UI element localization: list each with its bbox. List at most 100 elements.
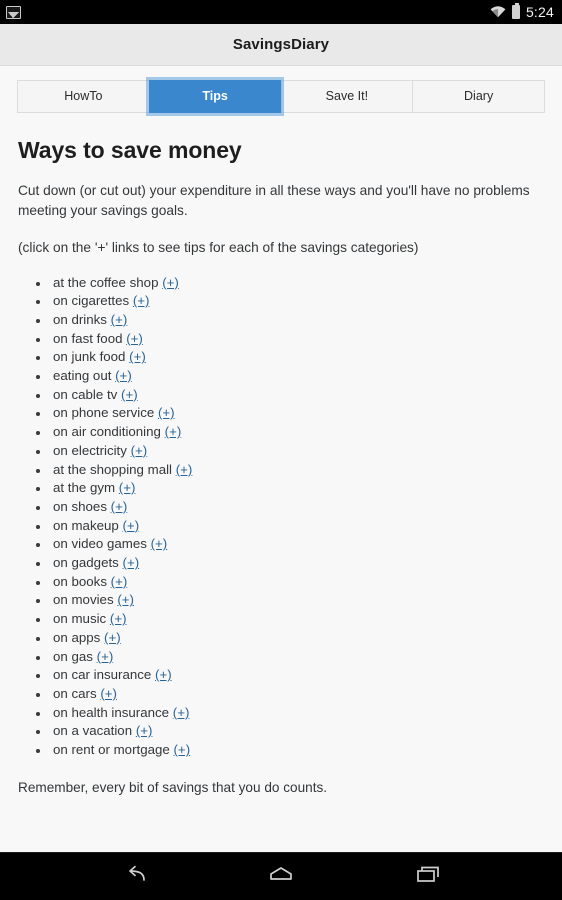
tip-label: on car insurance bbox=[53, 667, 152, 683]
tip-label: on makeup bbox=[53, 517, 119, 533]
content-area: HowTo Tips Save It! Diary Ways to save m… bbox=[0, 66, 562, 852]
expand-tip-link[interactable]: (+) bbox=[126, 331, 143, 346]
image-notification-icon bbox=[6, 5, 21, 19]
expand-tip-link[interactable]: (+) bbox=[111, 574, 128, 589]
tip-label: on shoes bbox=[53, 498, 107, 514]
tip-label: on fast food bbox=[53, 330, 123, 346]
tip-label: on cars bbox=[53, 685, 97, 701]
list-item: on music (+) bbox=[18, 610, 544, 629]
tip-label: on junk food bbox=[53, 349, 126, 365]
expand-tip-link[interactable]: (+) bbox=[151, 536, 168, 551]
tab-save-it-label: Save It! bbox=[325, 89, 369, 103]
tip-label: on cable tv bbox=[53, 386, 118, 402]
list-item: on health insurance (+) bbox=[18, 704, 544, 723]
article: Ways to save money Cut down (or cut out)… bbox=[0, 113, 562, 797]
tab-diary[interactable]: Diary bbox=[412, 80, 545, 113]
tip-label: eating out bbox=[53, 368, 112, 384]
expand-tip-link[interactable]: (+) bbox=[123, 555, 140, 570]
closing-paragraph: Remember, every bit of savings that you … bbox=[18, 779, 328, 795]
list-item: on shoes (+) bbox=[18, 498, 544, 517]
tip-label: on gadgets bbox=[53, 555, 119, 571]
tip-label: on gas bbox=[53, 648, 93, 664]
status-bar-right: 5:24 bbox=[490, 3, 554, 20]
recents-button[interactable] bbox=[407, 862, 449, 892]
home-icon bbox=[268, 865, 294, 888]
tip-label: on books bbox=[53, 573, 107, 589]
expand-tip-link[interactable]: (+) bbox=[136, 723, 153, 738]
list-item: on makeup (+) bbox=[18, 517, 544, 536]
tip-label: on health insurance bbox=[53, 704, 170, 720]
list-item: on cable tv (+) bbox=[18, 386, 544, 405]
list-item: on video games (+) bbox=[18, 535, 544, 554]
list-item: on a vacation (+) bbox=[18, 722, 544, 741]
expand-tip-link[interactable]: (+) bbox=[173, 705, 190, 720]
tip-label: at the gym bbox=[53, 480, 116, 496]
list-item: on rent or mortgage (+) bbox=[18, 741, 544, 760]
tip-label: at the shopping mall bbox=[53, 461, 173, 477]
instruction-paragraph: (click on the '+' links to see tips for … bbox=[18, 240, 419, 255]
tip-label: on drinks bbox=[53, 311, 107, 327]
list-item: at the coffee shop (+) bbox=[18, 274, 544, 293]
expand-tip-link[interactable]: (+) bbox=[133, 293, 150, 308]
tab-tips-label: Tips bbox=[202, 89, 228, 103]
tip-label: on music bbox=[53, 611, 107, 627]
list-item: eating out (+) bbox=[18, 367, 544, 386]
expand-tip-link[interactable]: (+) bbox=[100, 686, 117, 701]
tab-tips[interactable]: Tips bbox=[148, 80, 281, 113]
expand-tip-link[interactable]: (+) bbox=[117, 592, 134, 607]
tip-label: on phone service bbox=[53, 405, 155, 421]
tab-save-it[interactable]: Save It! bbox=[280, 80, 413, 113]
list-item: on gas (+) bbox=[18, 648, 544, 667]
app-root: 5:24 SavingsDiary HowTo Tips Save It! Di… bbox=[0, 0, 562, 900]
page-title: Ways to save money bbox=[18, 137, 242, 163]
tab-bar: HowTo Tips Save It! Diary bbox=[17, 80, 545, 113]
tip-label: on video games bbox=[53, 536, 147, 552]
expand-tip-link[interactable]: (+) bbox=[155, 667, 172, 682]
tip-label: on a vacation bbox=[53, 723, 133, 739]
expand-tip-link[interactable]: (+) bbox=[115, 368, 132, 383]
tip-label: on movies bbox=[53, 592, 114, 608]
expand-tip-link[interactable]: (+) bbox=[97, 649, 114, 664]
system-navigation-bar bbox=[0, 852, 562, 900]
tab-howto[interactable]: HowTo bbox=[17, 80, 149, 113]
back-button[interactable] bbox=[113, 862, 155, 892]
savings-tips-list: at the coffee shop (+) on cigarettes (+) o… bbox=[18, 274, 544, 760]
intro-paragraph: Cut down (or cut out) your expenditure i… bbox=[18, 183, 530, 218]
tip-label: on apps bbox=[53, 629, 101, 645]
expand-tip-link[interactable]: (+) bbox=[162, 275, 179, 290]
expand-tip-link[interactable]: (+) bbox=[174, 742, 191, 757]
expand-tip-link[interactable]: (+) bbox=[123, 518, 140, 533]
list-item: on phone service (+) bbox=[18, 404, 544, 423]
tab-howto-label: HowTo bbox=[64, 89, 103, 103]
status-bar: 5:24 bbox=[0, 0, 562, 24]
list-item: at the gym (+) bbox=[18, 479, 544, 498]
expand-tip-link[interactable]: (+) bbox=[110, 611, 127, 626]
tab-diary-label: Diary bbox=[464, 89, 494, 103]
expand-tip-link[interactable]: (+) bbox=[121, 387, 138, 402]
expand-tip-link[interactable]: (+) bbox=[119, 480, 136, 495]
app-title-bar: SavingsDiary bbox=[0, 24, 562, 66]
list-item: on books (+) bbox=[18, 573, 544, 592]
tip-label: on rent or mortgage bbox=[53, 742, 170, 758]
expand-tip-link[interactable]: (+) bbox=[104, 630, 121, 645]
home-button[interactable] bbox=[260, 862, 302, 892]
list-item: on junk food (+) bbox=[18, 348, 544, 367]
tab-bar-container: HowTo Tips Save It! Diary bbox=[0, 66, 562, 113]
expand-tip-link[interactable]: (+) bbox=[131, 443, 148, 458]
expand-tip-link[interactable]: (+) bbox=[176, 462, 193, 477]
status-bar-clock: 5:24 bbox=[525, 4, 554, 20]
tip-label: on air conditioning bbox=[53, 424, 161, 440]
list-item: on fast food (+) bbox=[18, 330, 544, 349]
app-title: SavingsDiary bbox=[232, 36, 330, 53]
list-item: on drinks (+) bbox=[18, 311, 544, 330]
back-icon bbox=[121, 865, 147, 888]
expand-tip-link[interactable]: (+) bbox=[165, 424, 182, 439]
expand-tip-link[interactable]: (+) bbox=[129, 349, 146, 364]
recents-icon bbox=[415, 865, 441, 888]
expand-tip-link[interactable]: (+) bbox=[111, 312, 128, 327]
list-item: on gadgets (+) bbox=[18, 554, 544, 573]
expand-tip-link[interactable]: (+) bbox=[111, 499, 128, 514]
wifi-icon bbox=[490, 6, 506, 18]
tip-label: at the coffee shop bbox=[53, 274, 159, 290]
expand-tip-link[interactable]: (+) bbox=[158, 405, 175, 420]
